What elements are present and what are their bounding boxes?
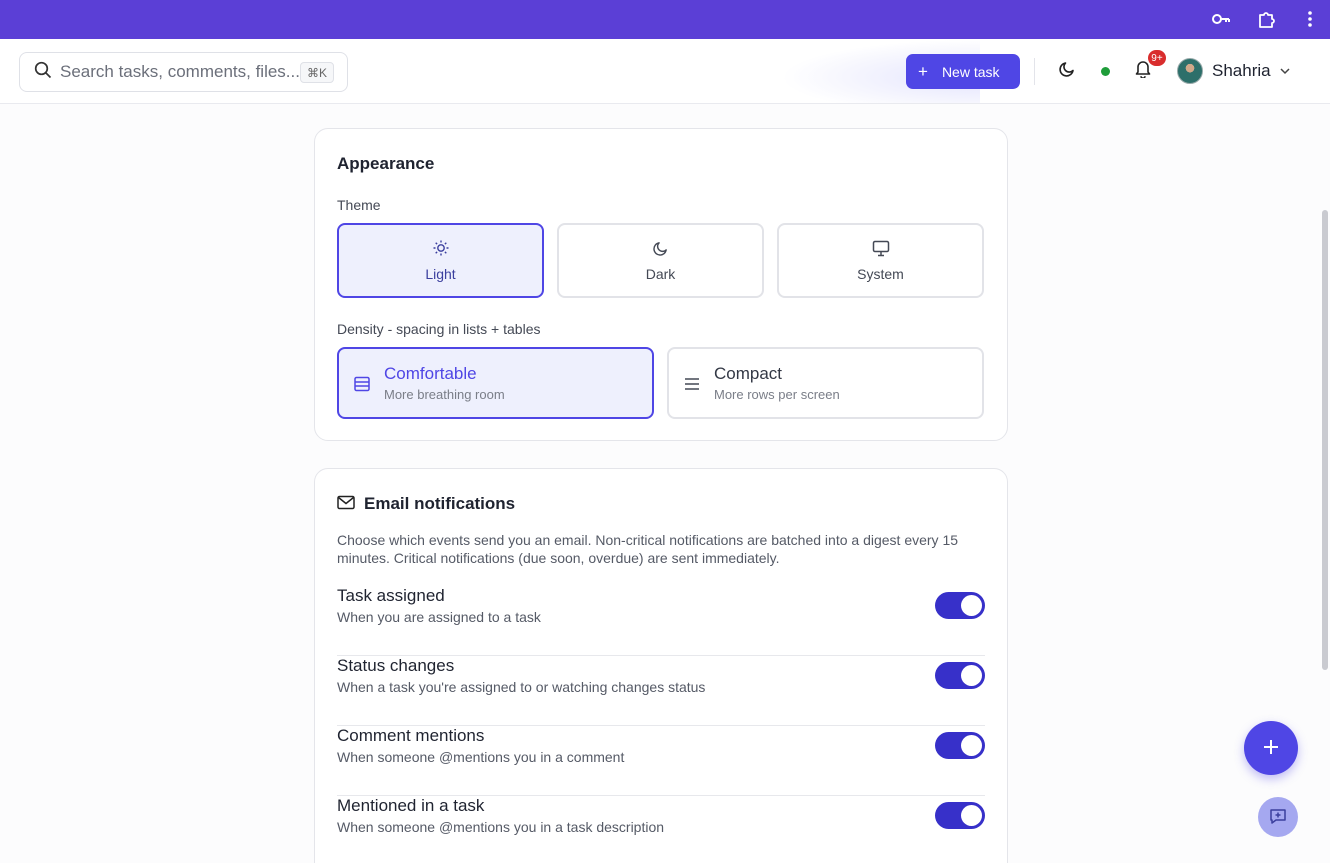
theme-option-label: Dark [645,266,676,282]
theme-option-label: System [857,266,904,282]
monitor-icon [872,239,890,257]
mail-icon [337,495,355,515]
notification-row-comment-mentions: Comment mentions When someone @mentions … [337,726,985,796]
message-plus-icon [1269,807,1287,828]
notification-title: Task assigned [337,586,445,605]
search-input[interactable] [60,62,300,82]
appearance-title: Appearance [337,154,435,173]
task-assigned-toggle[interactable] [935,592,985,619]
density-option-compact[interactable]: Compact More rows per screen [667,347,984,419]
search-box[interactable]: ⌘K [19,52,348,92]
search-icon [34,61,52,84]
plus-icon: + [918,62,928,81]
toggle-knob [961,665,982,686]
header-divider [1034,58,1035,85]
notification-description: When a task you're assigned to or watchi… [337,679,706,695]
menu-lines-icon [683,375,701,398]
density-option-title: Compact [714,364,783,383]
density-option-subtitle: More breathing room [384,387,505,402]
avatar[interactable] [1177,58,1203,84]
density-option-comfortable[interactable]: Comfortable More breathing room [337,347,654,419]
search-shortcut: ⌘K [299,62,334,83]
chevron-down-icon[interactable] [1278,64,1292,83]
theme-option-system[interactable]: System [777,223,984,298]
toggle-knob [961,735,982,756]
add-fab-button[interactable] [1244,721,1298,775]
email-notifications-title: Email notifications [364,494,516,513]
feedback-button[interactable] [1258,797,1298,837]
mentioned-in-task-toggle[interactable] [935,802,985,829]
toggle-knob [961,595,982,616]
theme-option-label: Light [425,266,456,282]
status-changes-toggle[interactable] [935,662,985,689]
email-notifications-card: Email notifications Choose which events … [314,468,1008,863]
appearance-card: Appearance Theme Light Dark System Densi… [314,128,1008,441]
moon-icon [652,239,669,257]
theme-label: Theme [337,197,381,213]
density-option-title: Comfortable [384,364,477,383]
plus-icon [1262,738,1280,759]
email-notifications-description: Choose which events send you an email. N… [337,532,959,566]
notification-title: Status changes [337,656,455,675]
puzzle-extension-icon[interactable] [1255,7,1279,31]
page-scrollbar[interactable] [1322,210,1328,670]
key-icon[interactable] [1209,7,1233,31]
browser-toolbar [0,0,1330,39]
theme-option-light[interactable]: Light [337,223,544,298]
new-task-button[interactable]: + New task [906,54,1020,89]
notification-title: Mentioned in a task [337,796,485,815]
theme-toggle-button[interactable] [1053,57,1081,85]
sun-icon [432,239,450,257]
density-option-subtitle: More rows per screen [714,387,840,402]
notification-description: When someone @mentions you in a task des… [337,819,665,835]
rows-icon [353,375,371,398]
notification-title: Comment mentions [337,726,485,745]
comment-mentions-toggle[interactable] [935,732,985,759]
app-header: ⌘K + New task 9+ Shahria [0,39,1330,104]
toggle-knob [961,805,982,826]
new-task-label: New task [941,63,1000,80]
density-label: Density - spacing in lists + tables [337,321,541,337]
kebab-menu-icon[interactable] [1298,7,1322,31]
notification-row-status-changes: Status changes When a task you're assign… [337,656,985,726]
notification-row-task-assigned: Task assigned When you are assigned to a… [337,586,985,656]
notification-description: When someone @mentions you in a comment [337,749,625,765]
moon-icon [1058,60,1076,83]
notification-badge: 9+ [1148,50,1166,66]
notification-description: When you are assigned to a task [337,609,541,625]
online-status-indicator [1101,67,1110,76]
user-name[interactable]: Shahria [1212,61,1271,81]
theme-option-dark[interactable]: Dark [557,223,764,298]
notification-row-mentioned-in-task: Mentioned in a task When someone @mentio… [337,796,985,863]
